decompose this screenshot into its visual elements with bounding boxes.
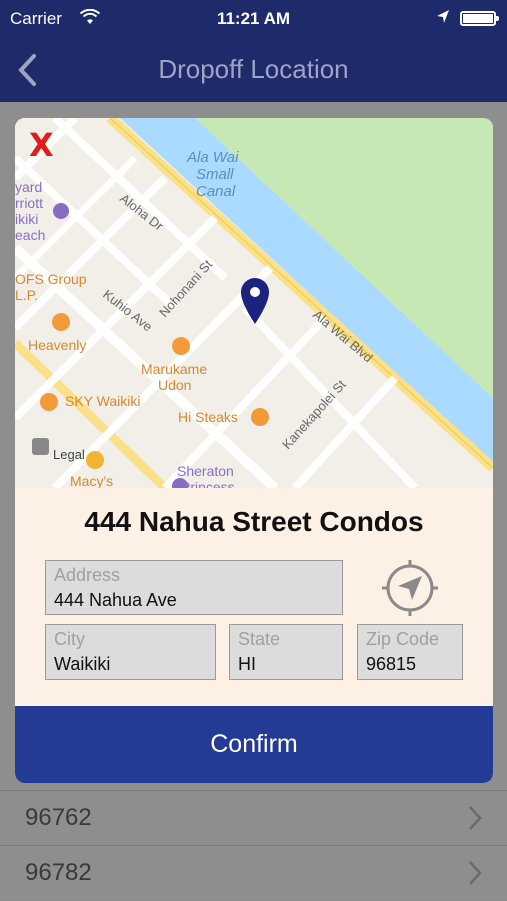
map-view[interactable]: Ala Wai Small Canal Aloha Dr Kuhio Ave N… <box>15 118 493 495</box>
city-field[interactable]: City Waikiki <box>45 624 216 680</box>
restaurant-icon <box>251 408 269 426</box>
map-label-poi: Heavenly <box>28 337 86 353</box>
page-title: Dropoff Location <box>158 54 349 84</box>
city-value: Waikiki <box>54 654 111 674</box>
confirm-button[interactable]: Confirm <box>15 706 493 783</box>
state-field[interactable]: State HI <box>229 624 343 680</box>
status-bar: Carrier 11:21 AM <box>0 0 507 38</box>
address-value: 444 Nahua Ave <box>54 590 177 610</box>
chevron-right-icon <box>468 860 482 891</box>
list-item-label: 96782 <box>25 859 92 886</box>
map-label-canal: Small <box>196 166 234 183</box>
map-label-poi: Udon <box>158 377 191 393</box>
chevron-right-icon <box>468 805 482 836</box>
restaurant-icon <box>172 337 190 355</box>
zip-code-field[interactable]: Zip Code 96815 <box>357 624 463 680</box>
legal-icon <box>32 438 49 455</box>
map-label-hotel: each <box>15 227 45 243</box>
compass-icon <box>382 560 438 616</box>
address-label: Address <box>54 565 121 585</box>
map-label-poi: SKY Waikiki <box>65 393 140 409</box>
clock: 11:21 AM <box>216 9 291 28</box>
restaurant-icon <box>52 313 70 331</box>
map-label-canal: Canal <box>196 183 236 200</box>
zip-code-value: 96815 <box>366 654 417 674</box>
location-name: 444 Nahua Street Condos <box>84 506 424 537</box>
state-value: HI <box>238 654 256 674</box>
map-label-poi: Hi Steaks <box>178 409 238 425</box>
map-label-hotel: rriott <box>15 195 43 211</box>
location-arrow-icon <box>436 9 450 30</box>
map-label-poi: OFS Group <box>15 271 87 287</box>
location-modal: Ala Wai Small Canal Aloha Dr Kuhio Ave N… <box>15 118 493 783</box>
map-label-poi: Marukame <box>141 361 207 377</box>
map-label-poi: Macy's <box>70 473 113 488</box>
map-label-poi: L.P. <box>15 287 38 303</box>
map-label-hotel: yard <box>15 179 42 195</box>
navigation-bar: Dropoff Location <box>0 38 507 102</box>
list-item[interactable]: 96762 <box>0 790 507 846</box>
battery-icon <box>460 11 499 26</box>
map-legal-link: Legal <box>53 447 85 462</box>
map-label-canal: Ala Wai <box>186 149 239 166</box>
camera-icon <box>40 393 58 411</box>
city-label: City <box>54 629 85 649</box>
list-item-label: 96762 <box>25 804 92 831</box>
list-item[interactable]: 96782 <box>0 845 507 901</box>
zip-code-label: Zip Code <box>366 629 440 649</box>
current-location-button[interactable] <box>380 558 440 618</box>
shopping-icon <box>86 451 104 469</box>
map-label-hotel: Sheraton <box>177 463 234 479</box>
map-label-hotel: Princess <box>181 479 235 488</box>
close-button[interactable]: X <box>29 126 54 164</box>
state-label: State <box>238 629 281 649</box>
address-field[interactable]: Address 444 Nahua Ave <box>45 560 343 615</box>
hotel-icon <box>53 203 69 219</box>
map-label-hotel: ikiki <box>15 211 38 227</box>
